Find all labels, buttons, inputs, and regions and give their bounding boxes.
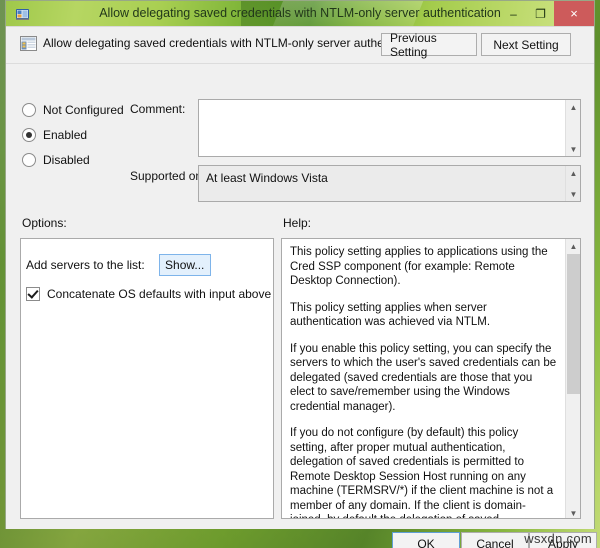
help-paragraph: This policy setting applies to applicati… (290, 246, 548, 287)
title-bar[interactable]: Allow delegating saved credentials with … (6, 1, 594, 26)
policy-state-section: Not Configured Enabled Disabled Comment:… (6, 64, 594, 210)
comment-label: Comment: (130, 102, 186, 116)
caption-button-group: – ❐ × (500, 1, 594, 26)
help-paragraph: This policy setting applies when server … (290, 301, 491, 329)
help-paragraph: If you do not configure (by default) thi… (290, 427, 554, 518)
supported-on-value: At least Windows Vista (206, 171, 328, 185)
radio-enabled[interactable]: Enabled (22, 128, 87, 142)
chevron-down-icon[interactable]: ▼ (566, 142, 581, 156)
radio-not-configured[interactable]: Not Configured (22, 103, 124, 117)
show-button[interactable]: Show... (158, 254, 211, 276)
comment-textarea[interactable]: ▲ ▼ (198, 99, 581, 157)
chevron-down-icon[interactable]: ▼ (566, 506, 580, 518)
policy-setting-dialog: Allow delegating saved credentials with … (5, 0, 597, 548)
policy-header-title: Allow delegating saved credentials with … (43, 36, 429, 50)
policy-setting-icon (20, 35, 37, 52)
chevron-down-icon[interactable]: ▼ (566, 187, 581, 201)
help-scrollbar[interactable]: ▲ ▼ (565, 239, 580, 518)
previous-setting-button[interactable]: Previous Setting (381, 31, 477, 59)
help-text: This policy setting applies to applicati… (282, 239, 565, 518)
chevron-up-icon[interactable]: ▲ (566, 166, 581, 180)
chevron-up-icon[interactable]: ▲ (566, 100, 581, 114)
radio-disabled[interactable]: Disabled (22, 153, 90, 167)
help-panel: This policy setting applies to applicati… (281, 238, 581, 519)
supported-on-label: Supported on: (130, 169, 206, 183)
radio-disabled-indicator (22, 153, 36, 167)
close-button[interactable]: × (554, 1, 594, 26)
cancel-button[interactable]: Cancel (461, 532, 529, 548)
help-scrollbar-thumb[interactable] (567, 254, 580, 394)
site-watermark: wsxdn.com (524, 531, 592, 546)
add-servers-row: Add servers to the list: Show... (26, 254, 211, 276)
supported-on-scrollbar[interactable]: ▲ ▼ (565, 166, 580, 201)
concatenate-checkbox-row[interactable]: Concatenate OS defaults with input above (26, 287, 271, 301)
options-panel-label: Options: (22, 216, 67, 230)
maximize-button[interactable]: ❐ (527, 1, 554, 26)
radio-not-configured-label: Not Configured (43, 103, 124, 117)
radio-disabled-label: Disabled (43, 153, 90, 167)
radio-not-configured-indicator (22, 103, 36, 117)
policy-header-bar: Allow delegating saved credentials with … (6, 27, 594, 64)
help-paragraph: If you enable this policy setting, you c… (290, 342, 557, 413)
options-panel: Add servers to the list: Show... Concate… (20, 238, 274, 519)
concatenate-checkbox-indicator (26, 287, 40, 301)
concatenate-checkbox-label: Concatenate OS defaults with input above (47, 287, 272, 301)
chevron-up-icon[interactable]: ▲ (566, 239, 580, 253)
help-panel-label: Help: (283, 216, 312, 230)
radio-enabled-label: Enabled (43, 128, 88, 142)
comment-scrollbar[interactable]: ▲ ▼ (565, 100, 580, 156)
next-setting-button[interactable]: Next Setting (481, 33, 571, 56)
desktop-background: Allow delegating saved credentials with … (0, 0, 600, 548)
dialog-client-area: Allow delegating saved credentials with … (6, 26, 597, 548)
group-policy-window-icon (15, 6, 31, 22)
radio-enabled-indicator (22, 128, 36, 142)
ok-button[interactable]: OK (392, 532, 460, 548)
add-servers-label: Add servers to the list: (26, 258, 145, 272)
minimize-button[interactable]: – (500, 1, 527, 26)
supported-on-field: At least Windows Vista ▲ ▼ (198, 165, 581, 202)
